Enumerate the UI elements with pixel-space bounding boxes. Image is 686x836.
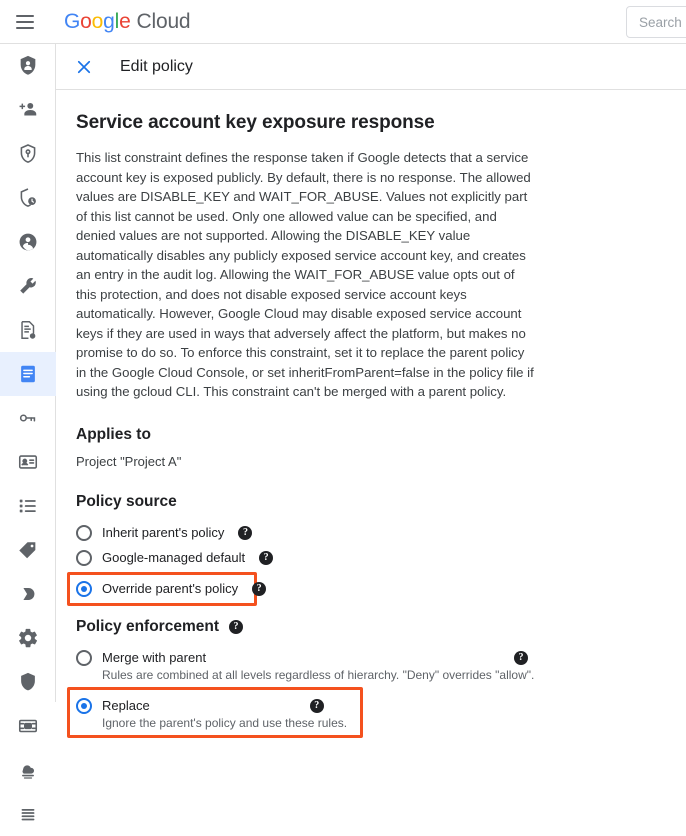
shield-clock-icon bbox=[17, 187, 39, 209]
rail-item-moon[interactable] bbox=[0, 572, 56, 616]
list-icon bbox=[17, 495, 39, 517]
policy-enforcement-heading: Policy enforcement bbox=[76, 617, 219, 635]
constraint-description: This list constraint defines the respons… bbox=[76, 150, 534, 399]
policy-source-option-override-wrapper: Override parent's policy ? bbox=[67, 571, 686, 606]
rail-item-add-person[interactable] bbox=[0, 88, 56, 132]
google-cloud-logo[interactable]: Google Cloud bbox=[64, 9, 191, 34]
policy-document-icon bbox=[17, 363, 39, 385]
close-icon[interactable] bbox=[72, 55, 96, 79]
radio-label-google-default: Google-managed default bbox=[102, 550, 246, 565]
highlight-box-replace: Replace ? Ignore the parent's policy and… bbox=[67, 686, 363, 738]
rail-item-id-card[interactable] bbox=[0, 440, 56, 484]
moon-icon bbox=[17, 583, 39, 605]
left-icon-rail bbox=[0, 44, 56, 821]
help-icon-merge[interactable]: ? bbox=[514, 650, 528, 665]
rail-item-tag[interactable] bbox=[0, 528, 56, 572]
page-title: Edit policy bbox=[120, 57, 193, 75]
help-icon-replace[interactable]: ? bbox=[309, 698, 324, 713]
help-icon-policy-enforcement[interactable]: ? bbox=[229, 619, 243, 634]
account-circle-icon bbox=[17, 231, 39, 253]
radio-label-replace: Replace bbox=[102, 698, 150, 713]
policy-enforcement-option-merge[interactable]: Merge with parent ? Rules are combined a… bbox=[76, 646, 534, 682]
logo-letter-g: G bbox=[64, 9, 81, 33]
radio-label-inherit: Inherit parent's policy bbox=[102, 525, 225, 540]
rail-item-policy-document[interactable] bbox=[0, 352, 56, 396]
help-icon-inherit[interactable]: ? bbox=[238, 525, 253, 540]
applies-to-value: Project "Project A" bbox=[76, 453, 182, 469]
logo-letter-e: e bbox=[119, 9, 131, 33]
gear-icon bbox=[17, 627, 39, 649]
wrench-icon bbox=[17, 275, 39, 297]
rail-item-list[interactable] bbox=[0, 484, 56, 528]
hamburger-line bbox=[16, 14, 34, 17]
hamburger-line bbox=[16, 26, 34, 29]
policy-enforcement-heading-row: Policy enforcement ? bbox=[76, 618, 686, 636]
radio-override-parents-policy[interactable] bbox=[76, 580, 92, 597]
shield-icon bbox=[17, 671, 39, 693]
rail-item-shield-person[interactable] bbox=[0, 44, 56, 88]
rail-item-account-circle[interactable] bbox=[0, 220, 56, 264]
rail-item-document-settings[interactable] bbox=[0, 308, 56, 352]
logo-letter-g2: g bbox=[103, 9, 115, 33]
shield-person-icon bbox=[17, 55, 39, 77]
policy-source-option-inherit[interactable]: Inherit parent's policy ? bbox=[76, 521, 686, 545]
hamburger-menu-icon[interactable] bbox=[16, 10, 40, 34]
key-card-icon bbox=[17, 407, 39, 429]
help-icon-override[interactable]: ? bbox=[252, 581, 267, 596]
radio-sublabel-replace: Ignore the parent's policy and use these… bbox=[102, 715, 348, 730]
edit-policy-header: Edit policy bbox=[56, 44, 686, 90]
rail-item-shield-key[interactable] bbox=[0, 132, 56, 176]
add-person-icon bbox=[17, 99, 39, 121]
radio-sublabel-merge: Rules are combined at all levels regardl… bbox=[102, 667, 535, 682]
search-placeholder-text: Search bbox=[639, 14, 682, 30]
policy-source-option-override[interactable]: Override parent's policy ? bbox=[76, 577, 267, 601]
rail-item-shield[interactable] bbox=[0, 660, 56, 704]
rail-item-server[interactable] bbox=[0, 704, 56, 748]
logo-word-cloud: Cloud bbox=[136, 9, 191, 33]
rail-item-wrench[interactable] bbox=[0, 264, 56, 308]
rail-item-menu-lines[interactable] bbox=[0, 792, 56, 836]
radio-inherit-parents-policy[interactable] bbox=[76, 524, 92, 541]
applies-to-heading: Applies to bbox=[76, 425, 151, 443]
policy-source-heading: Policy source bbox=[76, 492, 177, 510]
policy-enforcement-option-replace[interactable]: Replace ? bbox=[76, 694, 352, 718]
radio-replace[interactable] bbox=[76, 697, 92, 714]
id-card-icon bbox=[17, 451, 39, 473]
policy-enforcement-option-replace-wrapper: Replace ? Ignore the parent's policy and… bbox=[67, 686, 686, 738]
highlight-box-override: Override parent's policy ? bbox=[67, 571, 267, 606]
rail-item-shield-clock[interactable] bbox=[0, 176, 56, 220]
rail-item-key-card[interactable] bbox=[0, 396, 56, 440]
logo-letter-o2: o bbox=[91, 9, 104, 33]
radio-label-merge: Merge with parent bbox=[102, 650, 207, 665]
shield-key-icon bbox=[17, 143, 39, 165]
logo-letter-o1: o bbox=[80, 9, 92, 33]
policy-edit-content: Service account key exposure response Th… bbox=[56, 90, 686, 738]
tag-icon bbox=[17, 539, 39, 561]
constraint-title: Service account key exposure response bbox=[76, 112, 435, 133]
menu-lines-icon bbox=[17, 803, 39, 825]
radio-label-override: Override parent's policy bbox=[102, 581, 239, 596]
help-icon-google-default[interactable]: ? bbox=[259, 550, 274, 565]
rail-item-cloud-stack[interactable] bbox=[0, 748, 56, 792]
server-icon bbox=[17, 715, 39, 737]
document-settings-icon bbox=[17, 319, 39, 341]
policy-source-option-google-default[interactable]: Google-managed default ? bbox=[76, 546, 686, 570]
radio-google-managed-default[interactable] bbox=[76, 549, 92, 566]
rail-item-gear[interactable] bbox=[0, 616, 56, 660]
cloud-stack-icon bbox=[17, 759, 39, 781]
hamburger-line bbox=[16, 20, 34, 23]
top-app-bar: Google Cloud Search bbox=[0, 0, 686, 44]
search-input[interactable]: Search bbox=[626, 6, 686, 38]
radio-merge-with-parent[interactable] bbox=[76, 649, 92, 666]
